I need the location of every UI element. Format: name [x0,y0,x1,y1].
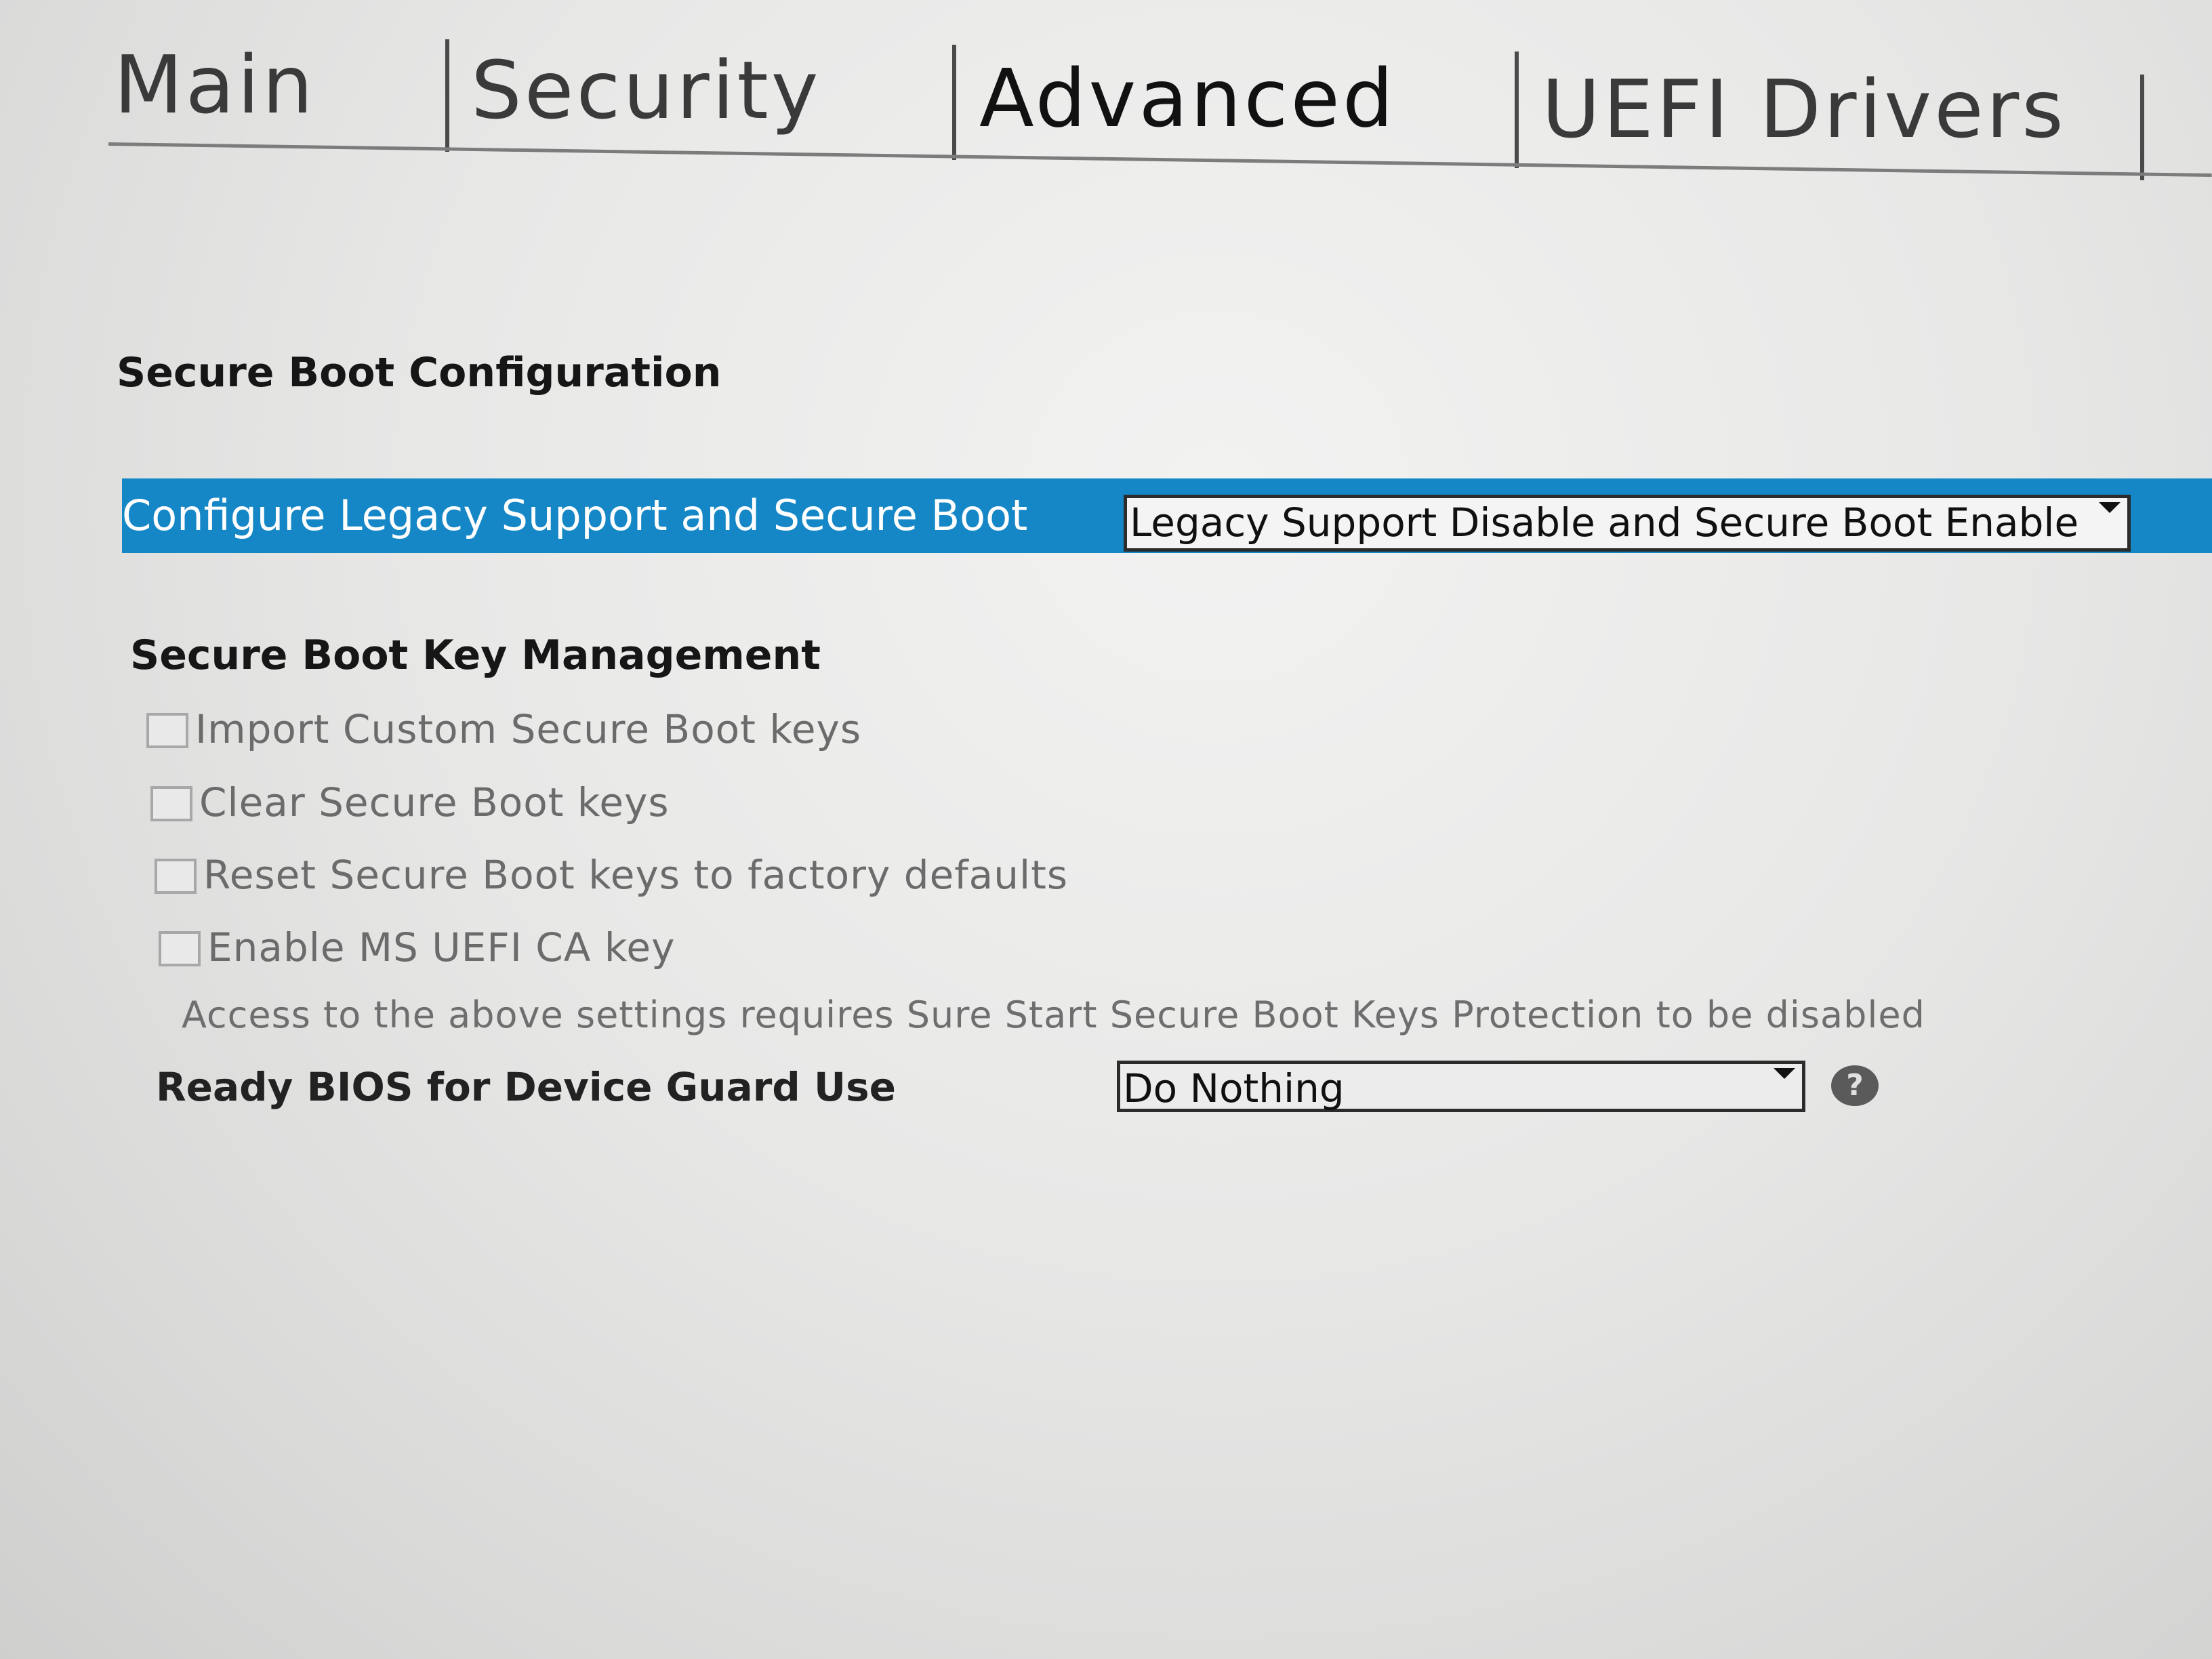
select-value: Legacy Support Disable and Secure Boot E… [1130,499,2079,546]
tab-divider [1515,52,1519,168]
chevron-down-icon [2099,502,2121,513]
help-circle-icon[interactable]: ? [1831,1065,1879,1106]
tab-advanced[interactable]: Advanced [979,52,1396,145]
reset-keys-checkbox[interactable] [155,859,197,894]
import-custom-keys-label: Import Custom Secure Boot keys [195,706,862,752]
reset-keys-label: Reset Secure Boot keys to factory defaul… [203,852,1069,898]
device-guard-label: Ready BIOS for Device Guard Use [156,1064,896,1110]
tab-security[interactable]: Security [471,43,821,137]
configure-legacy-secure-boot-select[interactable]: Legacy Support Disable and Secure Boot E… [1124,495,2131,552]
chevron-down-icon [1774,1068,1795,1079]
clear-keys-checkbox[interactable] [150,786,192,821]
clear-keys-label: Clear Secure Boot keys [199,779,670,825]
tab-uefi-drivers[interactable]: UEFI Drivers [1542,62,2066,156]
tab-divider [952,45,956,160]
tab-bar: Main Security Advanced UEFI Drivers [108,20,2212,180]
section-title-key-management: Secure Boot Key Management [130,632,821,679]
section-title-secure-boot-configuration: Secure Boot Configuration [117,349,722,396]
import-custom-keys-checkbox[interactable] [146,713,188,748]
enable-ms-uefi-ca-key-checkbox[interactable] [159,931,201,966]
sure-start-note: Access to the above settings requires Su… [182,994,1925,1036]
select-value: Do Nothing [1123,1065,1345,1111]
device-guard-select[interactable]: Do Nothing [1117,1061,1805,1112]
tab-divider [445,39,449,152]
enable-ms-uefi-ca-key-label: Enable MS UEFI CA key [207,924,676,970]
configure-legacy-secure-boot-label: Configure Legacy Support and Secure Boot [122,491,1028,540]
tab-main[interactable]: Main [114,38,316,131]
configure-legacy-secure-boot-row[interactable]: Configure Legacy Support and Secure Boot… [122,478,2212,553]
tab-divider [2140,75,2144,180]
